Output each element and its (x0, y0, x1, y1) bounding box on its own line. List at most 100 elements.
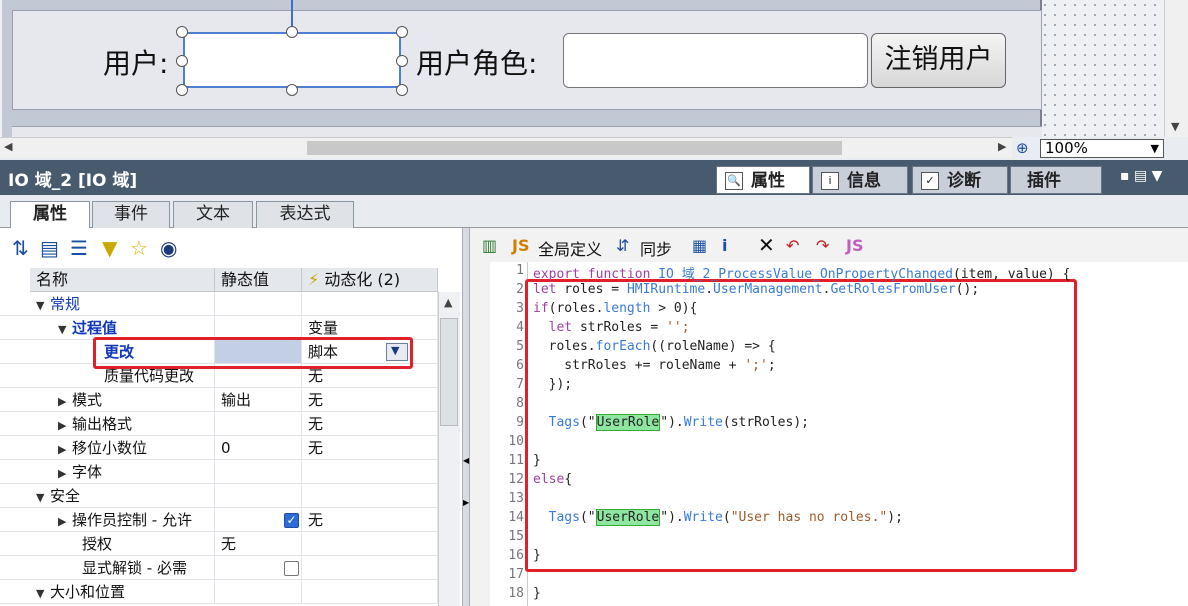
snippet-icon[interactable]: ▥ (482, 236, 497, 255)
code-line[interactable]: } (533, 548, 541, 563)
tab-plugins[interactable]: 插件 (1010, 166, 1102, 194)
scroll-right-icon[interactable]: ▶ (998, 140, 1006, 153)
resize-handle-bl[interactable] (176, 84, 188, 96)
expand-icon[interactable]: ▶ (58, 462, 72, 483)
code-line[interactable]: }); (533, 377, 573, 392)
grid-scroll-thumb[interactable] (440, 318, 458, 426)
prop-row-quality-change[interactable]: 质量代码更改 无 (0, 364, 438, 388)
scroll-left-icon[interactable]: ◀ (4, 140, 12, 153)
delete-icon[interactable]: ✕ (758, 233, 775, 257)
column-static-header[interactable]: 静态值 (215, 268, 302, 292)
row-dynamic[interactable]: 脚本 (302, 340, 438, 364)
io-field-user-role[interactable] (563, 33, 868, 88)
tab-properties[interactable]: 🔍 属性 (716, 166, 810, 194)
prop-row-output-format[interactable]: ▶ 输出格式 无 (0, 412, 438, 436)
zoom-icon[interactable]: ⊕ (1016, 139, 1029, 157)
prop-row-operator-control[interactable]: ▶ 操作员控制 - 允许 ✓ 无 (0, 508, 438, 532)
subtab-properties[interactable]: 属性 (10, 201, 90, 229)
resize-handle-tr[interactable] (396, 26, 408, 38)
horizontal-scroll-thumb[interactable] (307, 141, 842, 155)
prop-row-font[interactable]: ▶ 字体 (0, 460, 438, 484)
panel-splitter[interactable]: ◀ ▶ (462, 228, 470, 606)
line-number: 12 (508, 472, 524, 487)
line-number: 16 (508, 548, 524, 563)
undo-icon[interactable]: ↶ (786, 236, 799, 255)
collapse-icon[interactable]: ▼ (36, 294, 50, 315)
resize-handle-ml[interactable] (176, 55, 188, 67)
checkbox-checked[interactable]: ✓ (284, 513, 299, 528)
prop-row-shift-decimals[interactable]: ▶ 移位小数位 0无 (0, 436, 438, 460)
checkbox-unchecked[interactable] (284, 561, 299, 576)
code-line[interactable]: export function IO 域_2_ProcessValue_OnPr… (533, 263, 1070, 282)
resize-handle-tl[interactable] (176, 26, 188, 38)
collapse-icon[interactable]: ▼ (36, 486, 50, 507)
canvas-horizontal-scrollbar[interactable]: ◀ ▶ (0, 137, 1012, 158)
code-line[interactable]: else{ (533, 472, 572, 487)
prop-row-mode[interactable]: ▶ 模式 输出无 (0, 388, 438, 412)
tab-diagnostics[interactable]: ✓ 诊断 (912, 166, 1008, 194)
prop-row-process-value[interactable]: ▼ 过程值 变量 (0, 316, 438, 340)
sync-button[interactable]: 同步 (640, 236, 672, 260)
collapse-icon[interactable]: ▼ (58, 318, 72, 339)
code-line[interactable]: strRoles += roleName + ';'; (533, 358, 775, 373)
code-line[interactable]: roles.forEach((roleName) => { (533, 339, 776, 354)
io-field-user[interactable] (183, 32, 401, 88)
sort-az-icon[interactable]: ⇅ (12, 236, 29, 260)
prop-row-size-position[interactable]: ▼ 大小和位置 (0, 580, 438, 604)
code-line[interactable]: } (533, 453, 541, 468)
format-icon[interactable]: ▦ (692, 236, 707, 255)
expand-icon[interactable]: ▶ (58, 390, 72, 411)
favorite-star-icon[interactable]: ☆ (130, 236, 148, 260)
group-icon[interactable]: ▤ (40, 236, 59, 260)
code-line[interactable]: let strRoles = ''; (533, 320, 690, 335)
zoom-select[interactable]: 100% ▼ (1040, 139, 1164, 158)
line-number: 7 (516, 377, 524, 392)
list-icon[interactable]: ☰ (70, 236, 88, 260)
filter-icon[interactable]: ▼ (102, 236, 117, 260)
global-definitions-icon[interactable]: JS (512, 236, 529, 255)
info-icon[interactable]: i (722, 236, 727, 255)
eye-icon[interactable]: ◉ (160, 236, 177, 260)
global-definitions-button[interactable]: 全局定义 (538, 236, 602, 260)
expand-icon[interactable]: ▶ (58, 438, 72, 459)
prop-row-explicit-unlock[interactable]: 显式解锁 - 必需 (0, 556, 438, 580)
resize-handle-tm[interactable] (286, 26, 298, 38)
prop-row-security[interactable]: ▼ 安全 (0, 484, 438, 508)
code-line[interactable]: Tags("UserRole").Write("User has no role… (533, 509, 903, 526)
splitter-right-icon[interactable]: ▶ (463, 498, 469, 507)
dropdown-button[interactable]: ▼ (386, 343, 408, 361)
code-line[interactable]: if(roles.length > 0){ (533, 301, 697, 316)
canvas-vertical-scrollbar[interactable]: ▼ (1164, 0, 1188, 137)
subtab-expressions[interactable]: 表达式 (256, 201, 354, 228)
expand-icon[interactable]: ▶ (58, 414, 72, 435)
code-line[interactable]: Tags("UserRole").Write(strRoles); (533, 414, 809, 431)
hmi-design-canvas[interactable]: 用户: 用户角色: 注销用户 ▼ ◀ ▶ ⊕ 100% ▼ (0, 0, 1188, 160)
logout-user-button[interactable]: 注销用户 (871, 33, 1006, 88)
row-name: 字体 (72, 463, 103, 481)
scroll-down-icon[interactable]: ▼ (1171, 120, 1179, 133)
subtab-texts[interactable]: 文本 (173, 201, 253, 228)
resize-handle-br[interactable] (396, 84, 408, 96)
window-controls-icon[interactable]: ▪ ▤ ▼ (1120, 168, 1162, 184)
expand-icon[interactable]: ▶ (58, 510, 72, 531)
redo-icon[interactable]: ↷ (816, 236, 829, 255)
sync-icon[interactable]: ⇵ (616, 236, 629, 255)
prop-row-general[interactable]: ▼ 常规 (0, 292, 438, 316)
column-name-header[interactable]: 名称 (30, 268, 215, 292)
prop-row-change[interactable]: 更改 脚本 (0, 340, 438, 364)
diagnostics-icon: ✓ (921, 172, 939, 190)
collapse-icon[interactable]: ▼ (36, 582, 50, 603)
scroll-up-icon[interactable]: ▲ (444, 296, 452, 309)
resize-handle-bm[interactable] (286, 84, 298, 96)
code-line[interactable]: } (533, 586, 541, 601)
line-number: 2 (516, 282, 524, 297)
splitter-left-icon[interactable]: ◀ (463, 456, 469, 465)
code-line[interactable]: let roles = HMIRuntime.UserManagement.Ge… (533, 282, 979, 297)
tab-info[interactable]: i 信息 (812, 166, 908, 194)
convert-js-icon[interactable]: JS (846, 236, 863, 255)
line-number: 8 (516, 396, 524, 411)
prop-row-authorization[interactable]: 授权 无 (0, 532, 438, 556)
column-dynamic-header[interactable]: ⚡ 动态化 (2) (302, 268, 438, 292)
resize-handle-mr[interactable] (396, 55, 408, 67)
subtab-events[interactable]: 事件 (92, 201, 170, 228)
